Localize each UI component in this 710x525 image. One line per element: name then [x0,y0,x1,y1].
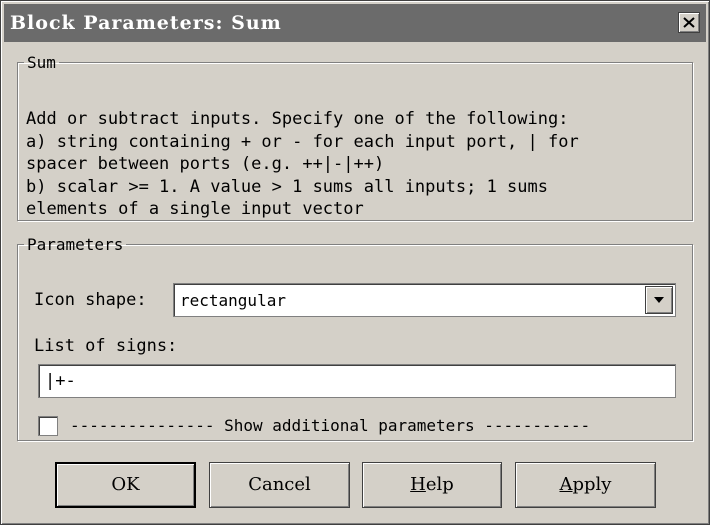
description-group: Sum Add or subtract inputs. Specify one … [17,53,693,221]
list-of-signs-input[interactable] [38,364,676,398]
description-line: b) scalar >= 1. A value > 1 sums all inp… [26,177,548,197]
parameters-group: Parameters Icon shape: rectangular List … [17,235,693,441]
show-additional-parameters-checkbox[interactable] [38,416,58,436]
window-title: Block Parameters: Sum [10,12,282,34]
close-icon [683,17,695,28]
block-parameters-dialog: Block Parameters: Sum Sum Add or subtrac… [0,0,710,525]
show-additional-parameters-label[interactable]: --------------- Show additional paramete… [70,416,590,435]
list-of-signs-label: List of signs: [34,336,178,356]
description-line: a) string containing + or - for each inp… [26,132,579,152]
cancel-button[interactable]: Cancel [209,462,350,508]
title-bar[interactable]: Block Parameters: Sum [4,4,706,42]
description-line: spacer between ports (e.g. ++|-|++) [26,154,385,174]
description-group-label: Sum [27,53,56,72]
icon-shape-dropdown-button[interactable] [645,286,673,314]
chevron-down-icon [654,297,664,303]
help-button[interactable]: Help [362,462,502,508]
parameters-group-label: Parameters [27,235,124,254]
icon-shape-select[interactable]: rectangular [173,283,676,317]
icon-shape-label: Icon shape: [34,290,147,310]
description-line: elements of a single input vector [26,199,364,219]
apply-button[interactable]: Apply [515,462,656,508]
ok-button[interactable]: OK [55,462,196,508]
close-button[interactable] [678,12,700,33]
icon-shape-value: rectangular [180,291,286,310]
description-line: Add or subtract inputs. Specify one of t… [26,109,569,129]
